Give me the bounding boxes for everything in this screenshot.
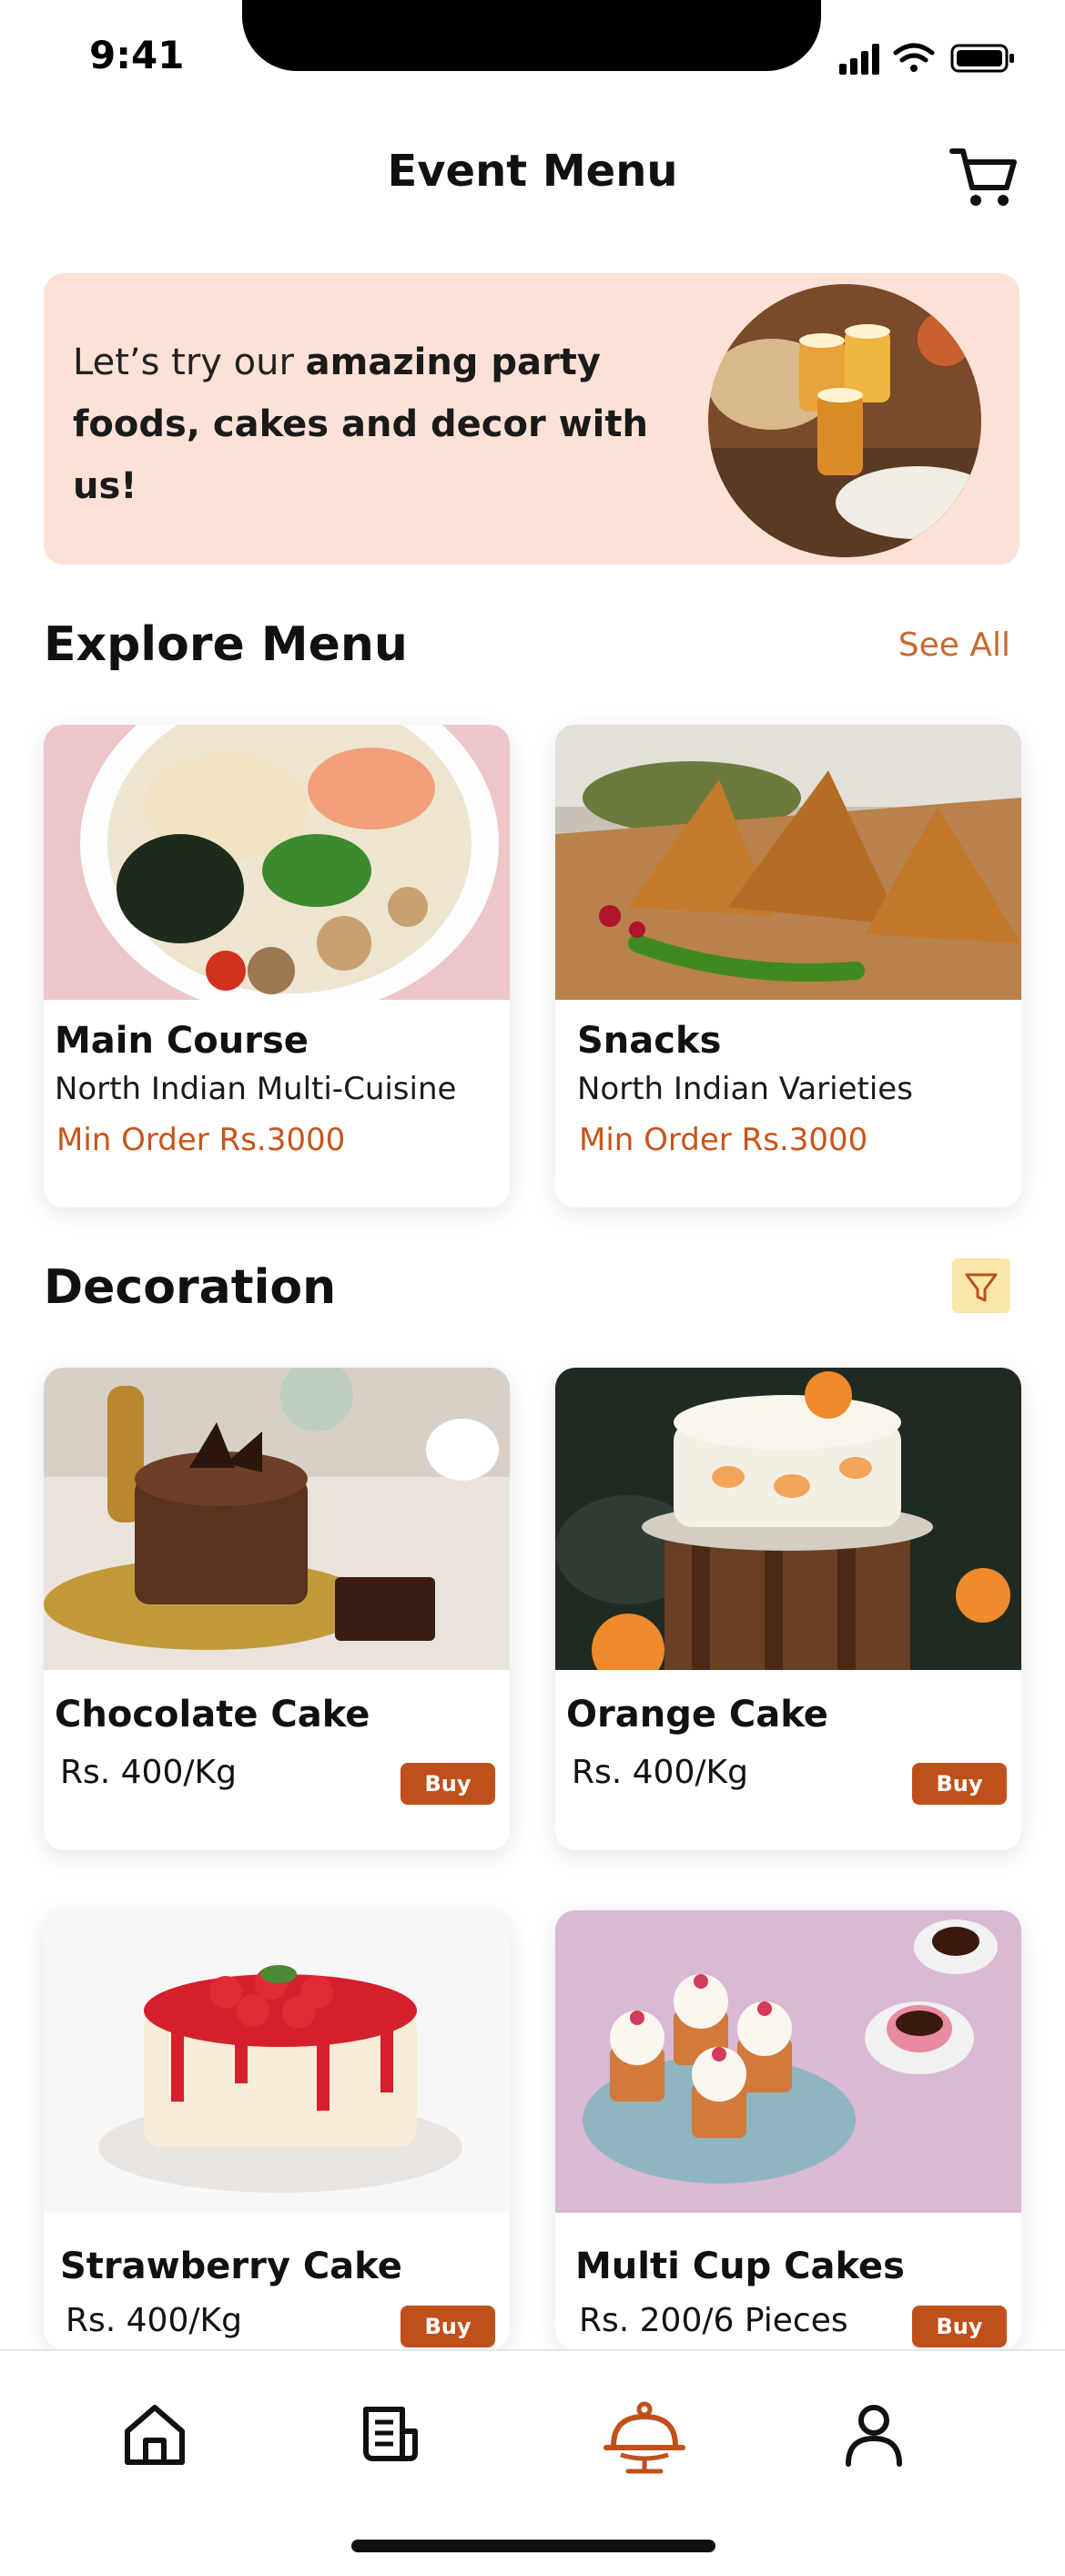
banner-text-bold-1: amazing party — [305, 341, 601, 383]
banner-text-plain: Let’s try our — [73, 341, 306, 383]
product-card-multi-cup-cakes[interactable]: Multi Cup Cakes Rs. 200/6 Pieces Buy — [555, 1910, 1021, 2349]
menu-card-main-course[interactable]: Main Course North Indian Multi-Cuisine M… — [44, 725, 510, 1207]
card-min-order: Min Order Rs.3000 — [56, 1122, 346, 1158]
card-title: Main Course — [55, 1020, 309, 1062]
card-title: Orange Cake — [566, 1694, 828, 1736]
main-course-image — [44, 725, 510, 1000]
party-drinks-image — [708, 284, 981, 557]
card-title: Strawberry Cake — [60, 2245, 402, 2287]
filter-icon[interactable] — [952, 1258, 1010, 1313]
see-all-link[interactable]: See All — [898, 626, 1010, 664]
orange-cake-image — [555, 1368, 1021, 1670]
strawberry-cake-image — [44, 1910, 510, 2213]
device-notch — [242, 0, 821, 71]
card-title: Chocolate Cake — [55, 1694, 370, 1736]
card-title: Snacks — [577, 1020, 722, 1062]
status-time: 9:41 — [89, 33, 185, 77]
home-indicator — [351, 2540, 715, 2552]
cart-icon[interactable] — [947, 140, 1019, 213]
buy-button[interactable]: Buy — [912, 2306, 1007, 2347]
card-price: Rs. 200/6 Pieces — [579, 2302, 848, 2339]
signal-icon — [839, 44, 879, 75]
status-icons — [839, 43, 1014, 75]
banner-text: Let’s try our amazing party foods, cakes… — [73, 331, 710, 517]
card-subtitle: North Indian Varieties — [577, 1071, 913, 1107]
buy-button[interactable]: Buy — [401, 2306, 495, 2347]
promo-banner[interactable]: Let’s try our amazing party foods, cakes… — [44, 273, 1019, 565]
page-title: Event Menu — [387, 146, 678, 197]
card-price: Rs. 400/Kg — [66, 2302, 242, 2339]
explore-menu-header: Explore Menu See All — [44, 608, 1019, 681]
buy-button[interactable]: Buy — [401, 1763, 495, 1805]
wifi-icon — [893, 43, 935, 72]
app-header: Event Menu — [0, 127, 1065, 219]
decoration-title: Decoration — [44, 1260, 337, 1315]
snacks-image — [555, 725, 1021, 1000]
buy-button[interactable]: Buy — [912, 1763, 1007, 1805]
profile-icon[interactable] — [837, 2398, 910, 2471]
chocolate-cake-image — [44, 1368, 510, 1670]
banner-text-bold-2: foods, cakes and decor with us! — [73, 403, 648, 507]
card-price: Rs. 400/Kg — [572, 1754, 748, 1791]
food-cloche-icon[interactable] — [601, 2398, 688, 2479]
card-min-order: Min Order Rs.3000 — [579, 1122, 868, 1158]
product-card-strawberry-cake[interactable]: Strawberry Cake Rs. 400/Kg Buy — [44, 1910, 510, 2349]
product-card-chocolate-cake[interactable]: Chocolate Cake Rs. 400/Kg Buy — [44, 1368, 510, 1850]
orders-icon[interactable] — [355, 2398, 428, 2471]
battery-icon — [950, 44, 1014, 73]
cup-cakes-image — [555, 1910, 1021, 2213]
explore-menu-title: Explore Menu — [44, 617, 408, 672]
status-bar: 9:41 — [0, 0, 1065, 109]
card-title: Multi Cup Cakes — [575, 2245, 905, 2287]
product-card-orange-cake[interactable]: Orange Cake Rs. 400/Kg Buy — [555, 1368, 1021, 1850]
card-subtitle: North Indian Multi-Cuisine — [55, 1071, 457, 1107]
card-price: Rs. 400/Kg — [60, 1754, 237, 1791]
decoration-header: Decoration — [44, 1251, 1019, 1324]
menu-card-snacks[interactable]: Snacks North Indian Varieties Min Order … — [555, 725, 1021, 1207]
home-icon[interactable] — [118, 2398, 191, 2471]
